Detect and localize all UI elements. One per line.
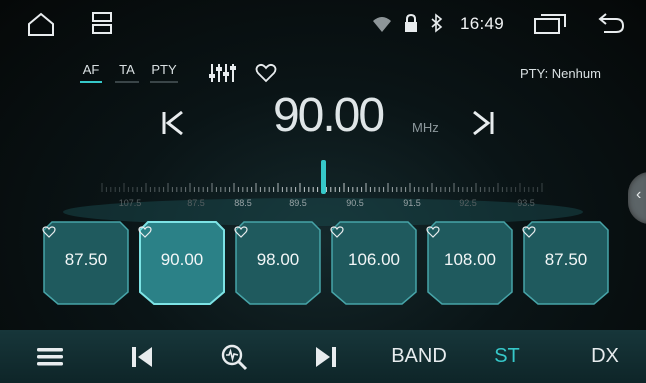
dial-label: 90.5 [346,198,364,208]
dial-label: 93.5 [517,198,535,208]
toggle-pty[interactable]: PTY [150,62,178,83]
preset-heart-icon[interactable] [522,226,536,238]
preset-5[interactable]: 108.00 [426,220,514,306]
next-station-icon[interactable] [306,330,346,383]
split-screen-icon[interactable] [90,10,114,36]
equalizer-icon[interactable] [208,62,238,84]
favorite-heart-icon[interactable] [255,62,277,84]
stereo-button[interactable]: ST [482,330,532,383]
bottom-bar: BAND ST DX [0,330,646,383]
preset-6[interactable]: 87.50 [522,220,610,306]
toggle-af-indicator [80,81,102,83]
preset-4[interactable]: 106.00 [330,220,418,306]
preset-label: 87.50 [64,250,108,269]
preset-label: 90.00 [160,250,204,269]
preset-heart-icon[interactable] [234,226,248,238]
back-icon[interactable] [596,10,626,36]
preset-heart-icon[interactable] [42,226,56,238]
toggle-pty-label: PTY [151,62,177,77]
home-icon[interactable] [26,10,56,38]
radio-screen: 16:49 AF TA PTY PTY: Nenhum 90.00 MHz 10… [0,0,646,383]
preset-heart-icon[interactable] [426,226,440,238]
preset-3[interactable]: 98.00 [234,220,322,306]
preset-list: 87.50 90.00 98.00 106.00 108.00 87.50 [0,220,646,308]
preset-label: 87.50 [544,250,588,269]
toggle-pty-indicator [150,81,178,83]
recent-apps-icon[interactable] [532,12,568,36]
status-bar: 16:49 [0,0,646,46]
preset-label: 108.00 [444,250,496,269]
dial-label: 91.5 [403,198,421,208]
preset-heart-icon[interactable] [138,226,152,238]
band-button[interactable]: BAND [384,330,454,383]
seek-next-icon[interactable] [470,108,496,138]
clock: 16:49 [460,14,505,33]
toggle-ta-label: TA [119,62,135,77]
wifi-icon [372,15,392,33]
preset-label: 98.00 [256,250,300,269]
preset-1[interactable]: 87.50 [42,220,130,306]
previous-station-icon[interactable] [122,330,162,383]
dial-label: 89.5 [289,198,307,208]
frequency-unit: MHz [412,120,439,135]
dial-label: 107.5 [118,198,142,208]
chevron-left-icon: ‹ [636,186,642,203]
dial-label: 88.5 [234,198,252,208]
toggle-af[interactable]: AF [80,62,102,83]
frequency-display: 90.00 [272,89,385,142]
preset-label: 106.00 [348,250,400,269]
seek-prev-icon[interactable] [160,108,186,138]
pty-display: PTY: Nenhum [520,66,601,81]
dial-ticks [63,160,583,226]
scan-search-icon[interactable] [214,330,254,383]
dial-label: 92.5 [459,198,477,208]
toggle-ta[interactable]: TA [115,62,139,83]
lock-icon [404,13,418,33]
menu-icon[interactable] [30,330,70,383]
dial-needle [321,160,326,194]
dx-button[interactable]: DX [580,330,630,383]
toggle-af-label: AF [82,62,100,77]
preset-2[interactable]: 90.00 [138,220,226,306]
preset-heart-icon[interactable] [330,226,344,238]
tuning-dial[interactable] [0,150,646,230]
bluetooth-icon [430,13,444,33]
toggle-ta-indicator [115,81,139,83]
dial-label: 87.5 [187,198,205,208]
